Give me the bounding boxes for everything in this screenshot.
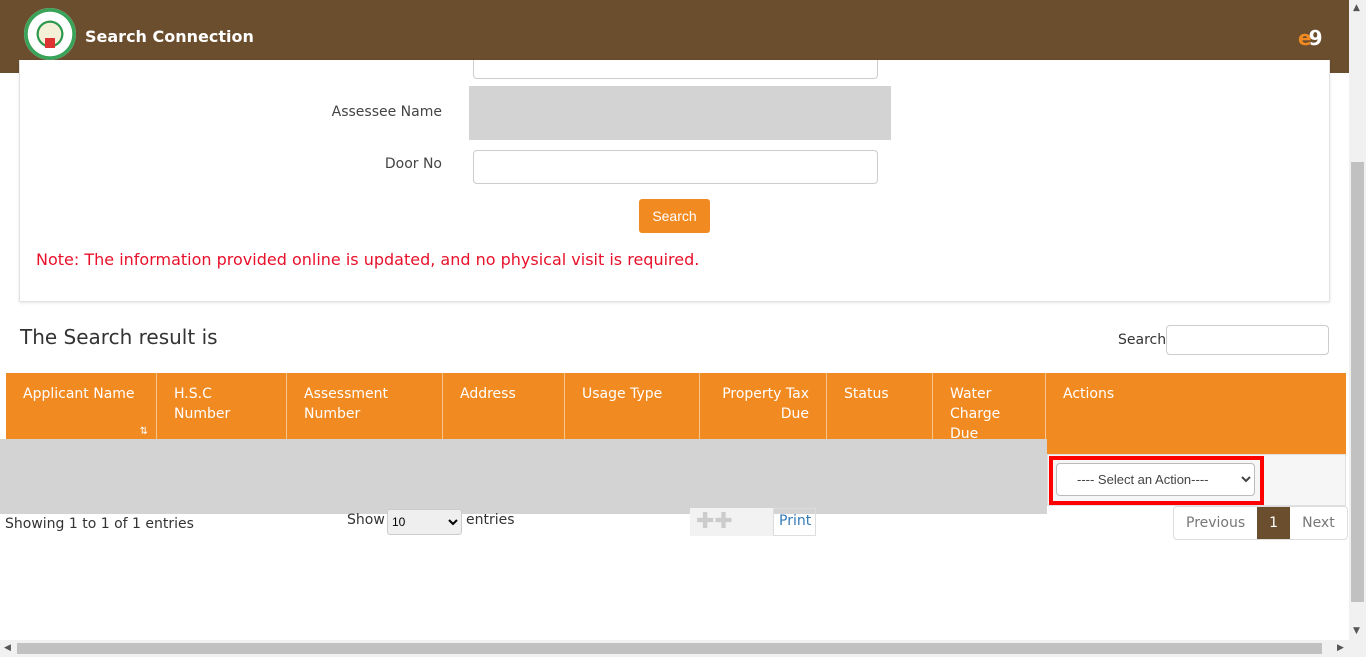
results-heading: The Search result is (20, 325, 218, 349)
brand-logo: e9 (1298, 26, 1322, 50)
show-label: Show (347, 512, 385, 528)
table-info: Showing 1 to 1 of 1 entries (5, 516, 194, 532)
entries-label: entries (466, 512, 515, 528)
emblem-logo (24, 8, 76, 60)
scroll-down-icon[interactable]: ▼ (1353, 626, 1360, 636)
plugin-placeholder-icon: ✚✚ (690, 508, 773, 536)
page-1-button[interactable]: 1 (1257, 507, 1291, 539)
masked-row-data (0, 439, 1047, 514)
note-text: Note: The information provided online is… (36, 250, 700, 269)
assessee-name-field-masked (469, 86, 891, 140)
assessee-name-label: Assessee Name (331, 104, 442, 120)
table-search-label: Search (1118, 332, 1167, 348)
action-select[interactable]: ---- Select an Action---- (1056, 463, 1255, 496)
table-search-input[interactable] (1166, 325, 1329, 355)
scroll-right-icon[interactable]: ▶ (1337, 643, 1344, 653)
previous-input[interactable] (473, 60, 878, 79)
scroll-up-icon[interactable]: ▲ (1353, 3, 1360, 13)
next-button[interactable]: Next (1290, 507, 1347, 539)
previous-button[interactable]: Previous (1174, 507, 1257, 539)
vertical-scrollbar[interactable]: ▲ ▼ (1349, 0, 1366, 640)
scroll-left-icon[interactable]: ◀ (4, 643, 11, 653)
door-no-input[interactable] (473, 150, 878, 184)
column-actions[interactable]: Actions (1046, 373, 1346, 454)
page-length-select[interactable]: 10 (387, 509, 462, 535)
vertical-scroll-thumb[interactable] (1351, 162, 1364, 602)
horizontal-scrollbar[interactable]: ◀ ▶ (0, 640, 1366, 657)
page-title: Search Connection (85, 27, 254, 46)
search-button[interactable]: Search (639, 199, 710, 233)
horizontal-scroll-thumb[interactable] (17, 643, 1322, 654)
print-button[interactable]: Print (773, 508, 816, 536)
pagination: Previous 1 Next (1173, 506, 1348, 540)
door-no-label: Door No (384, 156, 442, 172)
